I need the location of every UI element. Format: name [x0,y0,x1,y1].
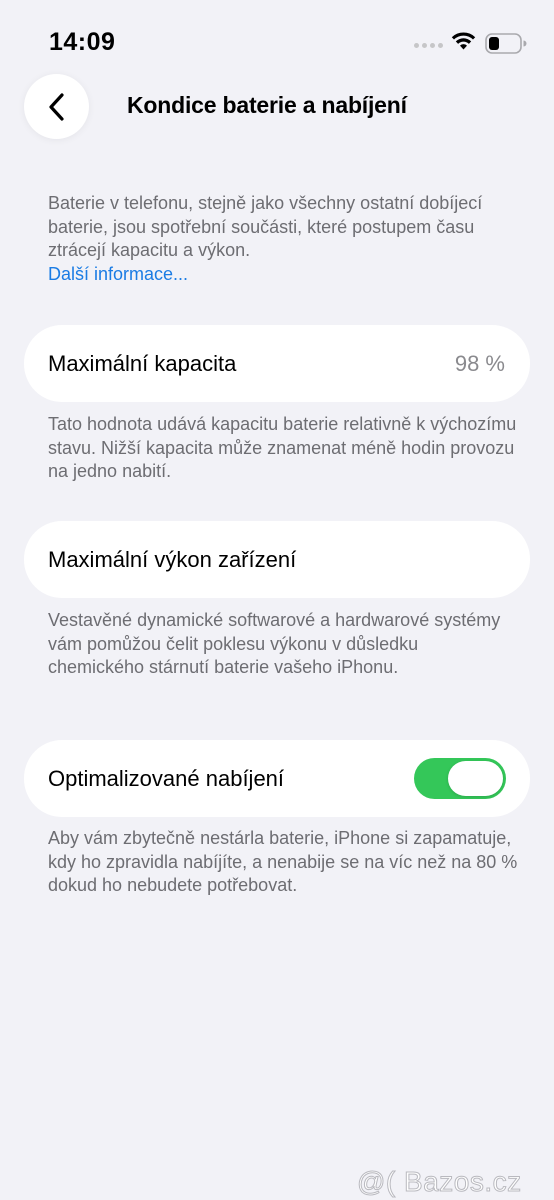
watermark: @( Bazos.cz [357,1166,522,1198]
optimized-charging-toggle[interactable] [414,758,506,799]
back-button[interactable] [24,74,89,139]
wifi-icon [451,32,476,50]
chevron-left-icon [48,92,64,121]
more-info-link[interactable]: Další informace... [48,263,518,287]
status-time: 14:09 [49,28,116,56]
max-performance-label: Maximální výkon zařízení [48,547,297,572]
status-bar: 14:09 [0,0,554,80]
toggle-knob [448,761,503,796]
max-performance-row[interactable]: Maximální výkon zařízení [24,521,530,598]
cellular-signal-icon [414,43,443,48]
intro-text-block: Baterie v telefonu, stejně jako všechny … [48,192,518,286]
performance-footnote: Vestavěné dynamické softwarové a hardwar… [48,610,501,677]
max-capacity-row: Maximální kapacita 98 % [24,325,530,402]
battery-icon [485,33,527,54]
capacity-footnote: Tato hodnota udává kapacitu baterie rela… [48,414,517,481]
max-capacity-value: 98 % [454,351,505,376]
optimized-charging-label: Optimalizované nabíjení [48,766,285,791]
optimized-charging-row: Optimalizované nabíjení [24,740,530,817]
page-title: Kondice baterie a nabíjení [127,92,407,118]
max-capacity-label: Maximální kapacita [48,351,237,376]
intro-text: Baterie v telefonu, stejně jako všechny … [48,193,483,260]
optimized-charging-footnote: Aby vám zbytečně nestárla baterie, iPhon… [48,828,518,895]
